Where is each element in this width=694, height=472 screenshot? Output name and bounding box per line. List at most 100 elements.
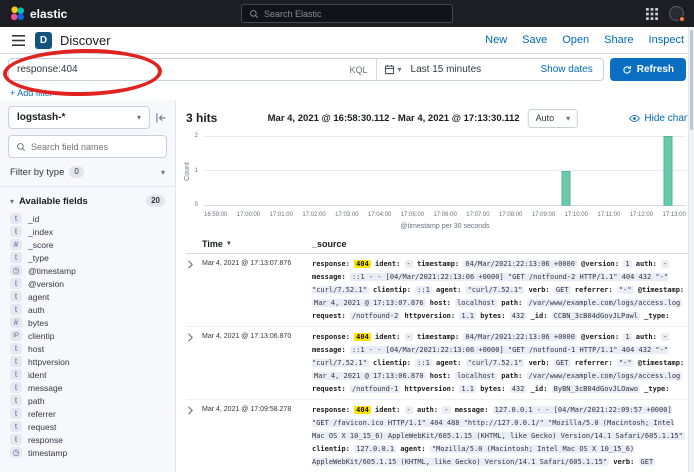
x-tick-label: 17:13:00 (663, 212, 686, 218)
x-tick-label: 17:12:00 (630, 212, 653, 218)
available-fields-label: Available fields (19, 196, 88, 207)
expand-row-icon[interactable] (186, 404, 202, 469)
table-row: Mar 4, 2021 @ 17:13:06.870response: 404 … (186, 327, 690, 400)
field-item-response[interactable]: tresponse (8, 433, 167, 446)
doc-field-name: timestamp: (417, 333, 459, 341)
kql-label[interactable]: KQL (342, 65, 376, 75)
field-item-clientip[interactable]: IP clientip (8, 329, 167, 342)
source-cell: response: 404 ident: - timestamp: 04/Mar… (312, 331, 690, 396)
interval-select[interactable]: Auto ▾ (528, 109, 579, 128)
new-button[interactable]: New (485, 34, 507, 46)
open-button[interactable]: Open (562, 34, 589, 46)
field-name: response (28, 435, 63, 445)
date-quick-select-button[interactable]: ▾ (377, 59, 409, 80)
field-name: clientip (28, 331, 54, 341)
hide-chart-label: Hide chart (644, 113, 690, 124)
expand-row-icon[interactable] (186, 331, 202, 396)
source-column-header: _source (312, 239, 690, 249)
show-dates-button[interactable]: Show dates (530, 64, 602, 75)
field-item-request[interactable]: trequest (8, 420, 167, 433)
field-name: message (28, 383, 63, 393)
field-type-icon: t (10, 291, 22, 302)
doc-field-name: ident: (375, 333, 400, 341)
x-tick-label: 17:10:00 (565, 212, 588, 218)
collapse-sidebar-icon[interactable] (155, 112, 167, 124)
field-item-host[interactable]: thost (8, 342, 167, 355)
add-filter-button[interactable]: + Add filter (10, 88, 53, 98)
time-range-label[interactable]: Last 15 minutes (409, 64, 482, 75)
hits-bar: 3 hits Mar 4, 2021 @ 16:58:30.112 - Mar … (186, 106, 690, 130)
filter-by-type-row[interactable]: Filter by type 0 ▾ (8, 166, 167, 178)
x-tick-label: 17:02:00 (302, 212, 325, 218)
doc-field-value: 1.1 (459, 312, 476, 320)
index-pattern-row: logstash-* ▾ (8, 106, 167, 129)
user-avatar[interactable] (669, 6, 684, 21)
field-item-@timestamp[interactable]: ◷@timestamp (8, 264, 167, 277)
field-item-path[interactable]: tpath (8, 394, 167, 407)
doc-field-name: response: (312, 333, 350, 341)
page-title: Discover (60, 33, 111, 48)
discover-app-icon[interactable]: D (35, 32, 52, 49)
refresh-label: Refresh (637, 64, 674, 75)
field-type-icon: t (10, 382, 22, 393)
kibana-discover-screen: elastic Search Elastic (0, 0, 694, 472)
field-type-icon: t (10, 213, 22, 224)
query-group: KQL ▾ Last 15 minutes Show dates (8, 58, 604, 81)
doc-field-value: 04/Mar/2021:22:13:06 +0000 (463, 260, 577, 268)
refresh-button[interactable]: Refresh (610, 58, 686, 81)
chart-time-range: Mar 4, 2021 @ 16:58:30.112 - Mar 4, 2021… (268, 109, 579, 128)
scrollbar-thumb[interactable] (690, 30, 693, 130)
hide-chart-button[interactable]: Hide chart (629, 113, 690, 124)
global-search-input[interactable]: Search Elastic (241, 4, 453, 23)
share-button[interactable]: Share (604, 34, 633, 46)
y-tick-label: 0 (195, 202, 198, 208)
field-item-httpversion[interactable]: thttpversion (8, 355, 167, 368)
time-header-label: Time (202, 239, 223, 249)
field-item-_id[interactable]: t_id (8, 212, 167, 225)
query-bar: KQL ▾ Last 15 minutes Show dates Refresh (0, 54, 694, 85)
available-fields-header[interactable]: ▾ Available fields 20 (8, 195, 167, 207)
doc-field-value: /var/www/example.com/logs/access.log (527, 299, 683, 307)
x-tick-label: 17:06:00 (433, 212, 456, 218)
field-item-ident[interactable]: tident (8, 368, 167, 381)
field-item-_type[interactable]: t_type (8, 251, 167, 264)
field-item-bytes[interactable]: #bytes (8, 316, 167, 329)
inspect-button[interactable]: Inspect (649, 34, 684, 46)
global-search-placeholder: Search Elastic (264, 9, 322, 19)
field-name: _type (28, 253, 49, 263)
doc-field-name: request: (312, 385, 346, 393)
field-item-message[interactable]: t message (8, 381, 167, 394)
field-item-agent[interactable]: tagent (8, 290, 167, 303)
chevron-down-icon: ▾ (566, 114, 570, 123)
histogram-bar[interactable] (664, 136, 673, 206)
field-search-input[interactable] (31, 142, 159, 152)
doc-field-value: GET (554, 359, 571, 367)
field-item-_score[interactable]: #_score (8, 238, 167, 251)
save-button[interactable]: Save (522, 34, 547, 46)
field-type-icon: IP (10, 330, 22, 341)
search-icon (16, 142, 26, 152)
histogram-bar[interactable] (562, 171, 571, 206)
apps-grid-icon[interactable] (646, 8, 658, 20)
index-pattern-name: logstash-* (17, 112, 65, 123)
field-item-referrer[interactable]: treferrer (8, 407, 167, 420)
field-name: referrer (28, 409, 56, 419)
menu-icon[interactable] (10, 33, 27, 48)
elastic-home-link[interactable]: elastic (10, 6, 67, 21)
field-item-timestamp[interactable]: ◷timestamp (8, 446, 167, 459)
query-input[interactable] (9, 59, 342, 80)
table-row: Mar 4, 2021 @ 17:09:58.278response: 404 … (186, 400, 690, 472)
x-tick-label: 17:03:00 (335, 212, 358, 218)
field-item-@version[interactable]: t@version (8, 277, 167, 290)
time-column-header[interactable]: Time ▼ (202, 239, 312, 249)
doc-field-name: verb: (529, 286, 550, 294)
field-name: httpversion (28, 357, 70, 367)
y-tick-label: 1 (195, 168, 198, 174)
chart-x-axis: 16:59:0017:00:0017:01:0017:02:0017:03:00… (204, 212, 686, 218)
expand-row-icon[interactable] (186, 258, 202, 323)
field-item-_index[interactable]: t_index (8, 225, 167, 238)
chevron-down-icon: ▾ (137, 113, 141, 122)
index-pattern-selector[interactable]: logstash-* ▾ (8, 106, 150, 129)
field-type-icon: # (10, 317, 22, 328)
field-item-auth[interactable]: tauth (8, 303, 167, 316)
